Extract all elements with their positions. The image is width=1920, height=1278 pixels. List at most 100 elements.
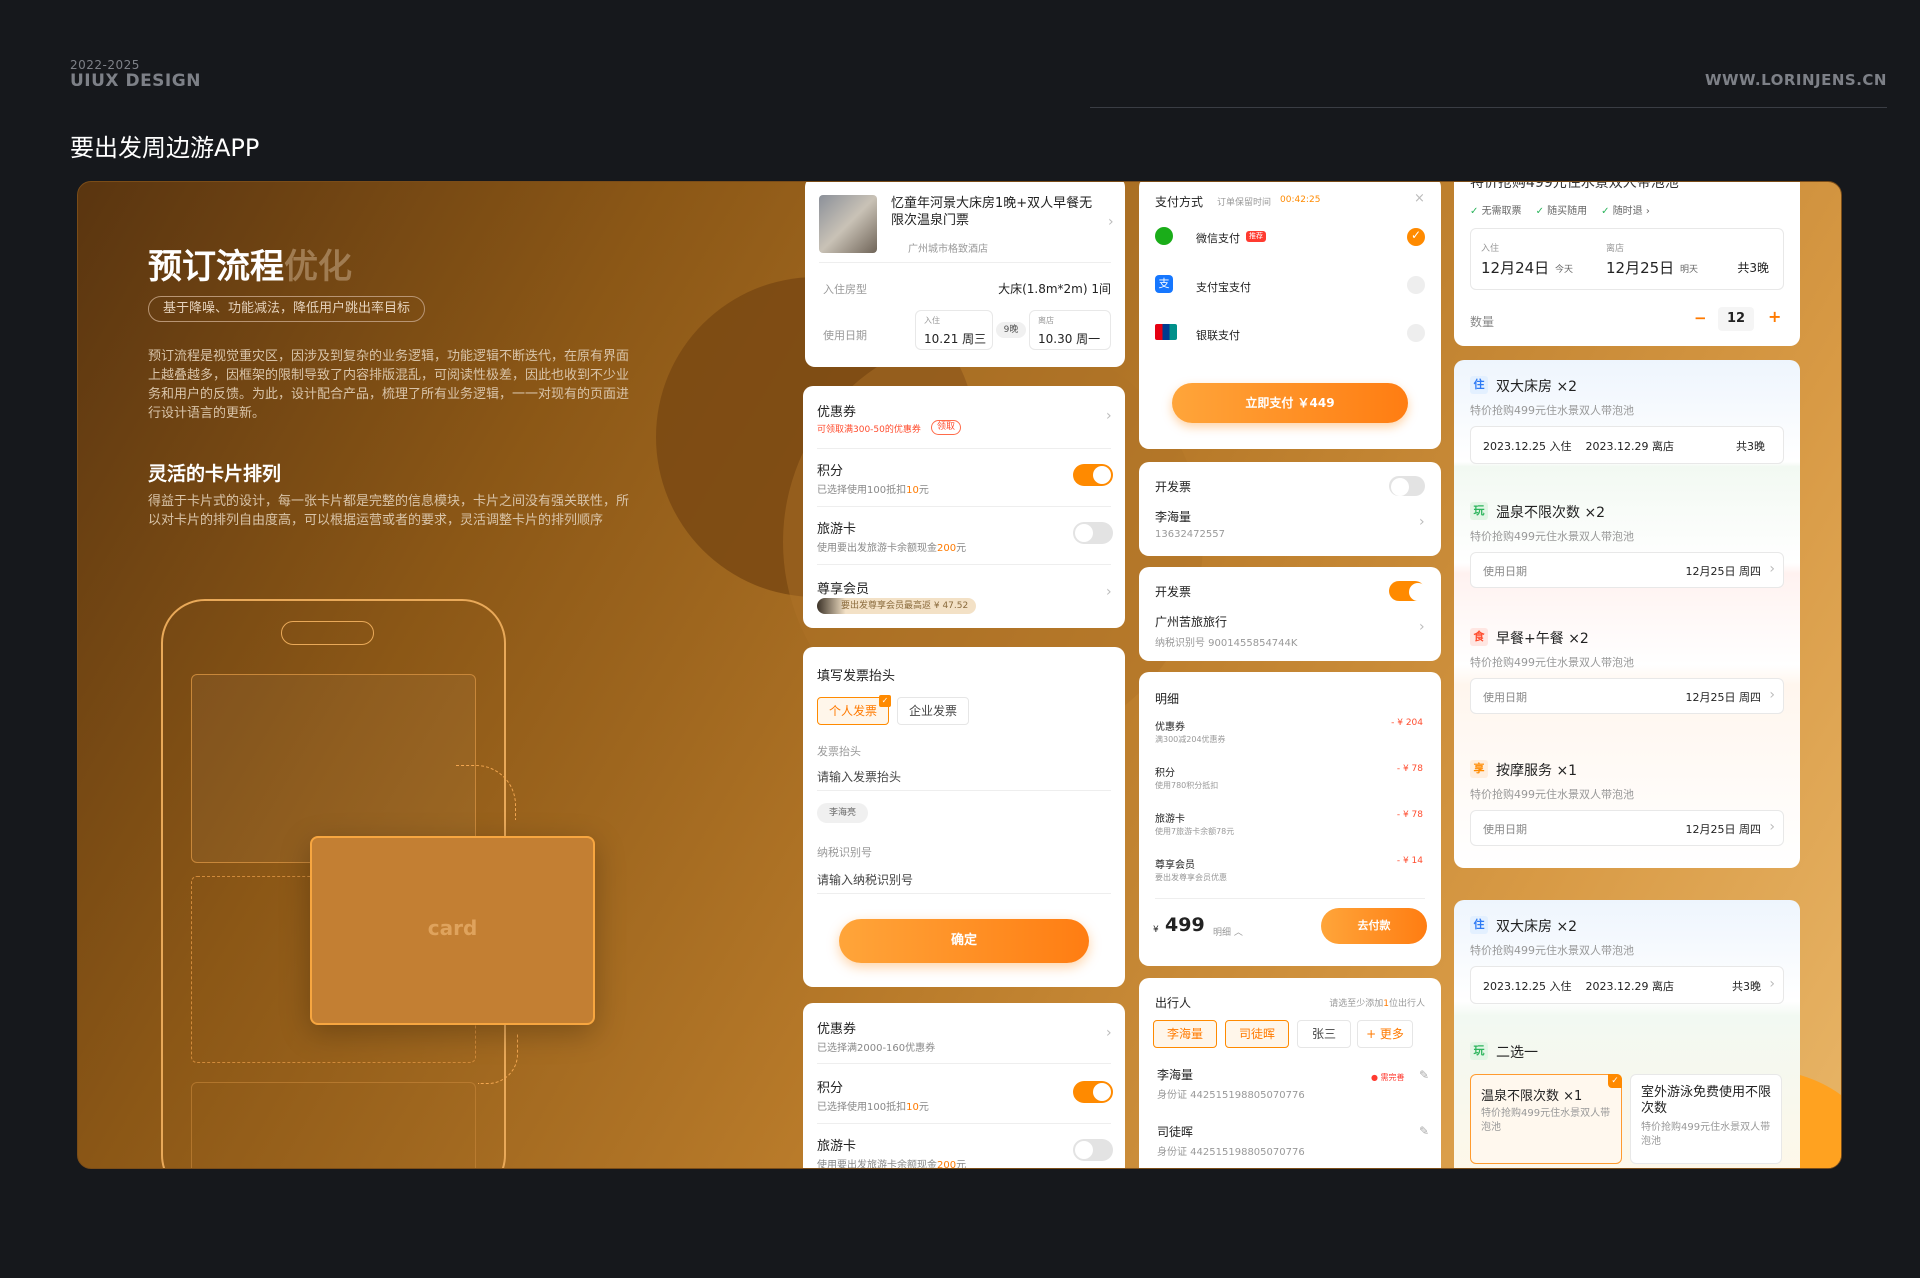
invoice-head-input[interactable]: 请输入发票抬头 [817,768,901,785]
member-row[interactable]: 尊享会员 要出发尊享会员最高返 ¥ 47.52 › [803,566,1125,628]
hotel-card[interactable]: 忆童年河景大床房1晚+双人早餐无限次温泉门票 广州城市格致酒店 › 入住房型 大… [805,182,1125,367]
checkin-label: 入住 [1481,244,1500,254]
points-label: 积分 [817,1081,844,1096]
traveler-chip[interactable]: 张三 [1297,1020,1351,1048]
tab-company-invoice[interactable]: 企业发票 [897,697,969,725]
chevron-right-icon[interactable]: › [1106,1025,1112,1041]
detail-title: 明细 [1155,692,1180,706]
edit-icon[interactable]: ✎ [1419,1068,1429,1082]
use-date-label: 使用日期 [1483,823,1527,836]
stay-icon: 住 [1470,916,1488,934]
option-card[interactable]: 室外游泳免费使用不限次数 特价抢购499元住水景双人带泡池 [1630,1074,1782,1164]
points-amount: 10 [906,1102,919,1113]
detail-item-amount: - ¥ 78 [1396,810,1423,820]
travelcard-sub: 使用要出发旅游卡余额现金200元 [817,1156,967,1169]
detail-item-sub: 要出发尊享会员优惠 [1155,873,1227,882]
divider [817,1123,1111,1124]
use-date-row[interactable]: 使用日期 12月25日 周四 › [1470,678,1784,714]
invoice-card-personal[interactable]: 开发票 李海量 13632472557 › [1139,462,1441,556]
header-divider [1090,107,1887,108]
invoice-card-company[interactable]: 开发票 广州苦旅旅行 纳税识别号 9001455854744K › [1139,567,1441,661]
wechat-icon [1155,227,1173,245]
stay-in-label: 入住 [1549,980,1572,993]
divider [1155,898,1425,899]
coupon-claim-tag[interactable]: 领取 [931,420,962,435]
quantity-stepper[interactable]: 12 [1718,307,1754,331]
close-icon[interactable]: × [1414,191,1425,206]
detail-toggle-link[interactable]: 明细 ︿ [1213,925,1243,938]
use-date-value: 12月25日 周四 [1685,823,1762,836]
travelcard-label: 旅游卡 [817,522,857,537]
stay-out-label: 离店 [1651,980,1674,993]
payment-card: 支付方式 订单保留时间 00:42:25 × 微信支付 推荐 支 支付宝支付 银… [1139,182,1441,449]
invoice-tax-id: 纳税识别号 9001455854744K [1155,638,1298,649]
use-date-row[interactable]: 使用日期 12月25日 周四 › [1470,552,1784,588]
stay-date-row[interactable]: 2023.12.25 入住 2023.12.29 离店 共3晚 › [1470,966,1784,1004]
chevron-right-icon: › [1769,976,1775,992]
wechat-radio[interactable] [1407,228,1425,246]
invoice-head-label: 发票抬头 [817,745,861,758]
tax-id-input[interactable]: 请输入纳税识别号 [817,871,913,888]
unionpay-radio[interactable] [1407,324,1425,342]
invoice-toggle[interactable] [1389,476,1425,496]
add-more-button[interactable]: + 更多 [1357,1020,1413,1048]
checkin-day: 今天 [1555,265,1574,275]
minus-button[interactable]: − [1694,309,1707,327]
invoice-company-name: 广州苦旅旅行 [1155,615,1228,629]
chevron-right-icon: › [1769,687,1775,703]
checkout-box[interactable]: 离店 10.30 周一 [1029,310,1111,350]
detail-item-sub: 使用780积分抵扣 [1155,781,1219,790]
food-icon: 食 [1470,628,1488,646]
checkin-box[interactable]: 入住 10.21 周三 [915,310,993,350]
stay-date-box[interactable]: 入住 12月24日 今天 离店 12月25日 明天 共3晚 [1470,228,1784,290]
traveler-chip[interactable]: 李海量 [1153,1020,1217,1048]
header-url[interactable]: WWW.LORINJENS.CN [1705,71,1887,89]
traveler-name: 司徒晖 [1157,1125,1194,1139]
play-icon: 玩 [1470,1042,1488,1060]
travelcard-unit: 元 [956,1160,967,1169]
pay-now-button[interactable]: 立即支付 ￥449 [1172,383,1408,423]
divider [817,564,1111,565]
plus-button[interactable]: + [1768,307,1781,326]
invoice-toggle[interactable] [1389,581,1427,601]
travelcard-sub-text: 使用要出发旅游卡余额现金 [817,543,937,554]
chevron-right-icon[interactable]: › [1106,408,1112,424]
header-year: 2022-2025 [70,58,140,72]
play-icon: 玩 [1470,502,1488,520]
service-tag: ✓ 随买随用 [1536,202,1588,217]
points-toggle[interactable] [1073,464,1113,486]
confirm-button[interactable]: 确定 [839,919,1089,963]
chevron-right-icon: › [1106,584,1112,600]
option-sub: 特价抢购499元住水景双人带泡池 [1481,1108,1611,1133]
detail-card: 明细 优惠券 满300减204优惠券 - ¥ 204 积分 使用780积分抵扣 … [1139,672,1441,966]
points-toggle[interactable] [1073,1081,1113,1103]
use-date-row[interactable]: 使用日期 12月25日 周四 › [1470,810,1784,846]
edit-icon[interactable]: ✎ [1419,1124,1429,1138]
alipay-icon: 支 [1155,275,1173,293]
invoice-form-card: 填写发票抬头 个人发票 ✓ 企业发票 发票抬头 请输入发票抬头 李海亮 纳税识别… [803,647,1125,987]
alipay-radio[interactable] [1407,276,1425,294]
use-date-value: 12月25日 周四 [1685,565,1762,578]
stay-total: 共3晚 [1736,440,1765,453]
hotel-thumbnail [819,195,877,253]
member-label: 尊享会员 [817,582,870,597]
checkout-date: 12月25日 [1606,259,1675,277]
invoice-name: 李海量 [1155,510,1192,524]
checkout-date: 10.30 周一 [1038,332,1101,346]
option-card-selected[interactable]: 温泉不限次数 ×1 特价抢购499元住水景双人带泡池 ✓ [1470,1074,1622,1164]
travelcard-toggle[interactable] [1073,1139,1113,1161]
traveler-chip[interactable]: 司徒晖 [1225,1020,1289,1048]
traveler-hint-pre: 请选至少添加 [1329,999,1384,1009]
stay-date-row[interactable]: 2023.12.25 入住 2023.12.29 离店 共3晚 [1470,426,1784,464]
timer-value: 00:42:25 [1280,195,1321,205]
section-title-main: 预订流程 [148,247,284,287]
travelcard-toggle[interactable] [1073,522,1113,544]
invoice-phone: 13632472557 [1155,529,1225,540]
points-unit: 元 [918,1102,929,1113]
suggestion-chip[interactable]: 李海亮 [817,803,869,823]
service-tag: ✓ 无需取票 [1470,202,1522,217]
checkout-button[interactable]: 去付款 [1321,908,1427,944]
hotel-product-name: 忆童年河景大床房1晚+双人早餐无限次温泉门票 [891,196,1093,228]
floating-card[interactable]: card [310,836,595,1025]
points-sub-text: 已选择使用100抵扣 [817,485,907,496]
